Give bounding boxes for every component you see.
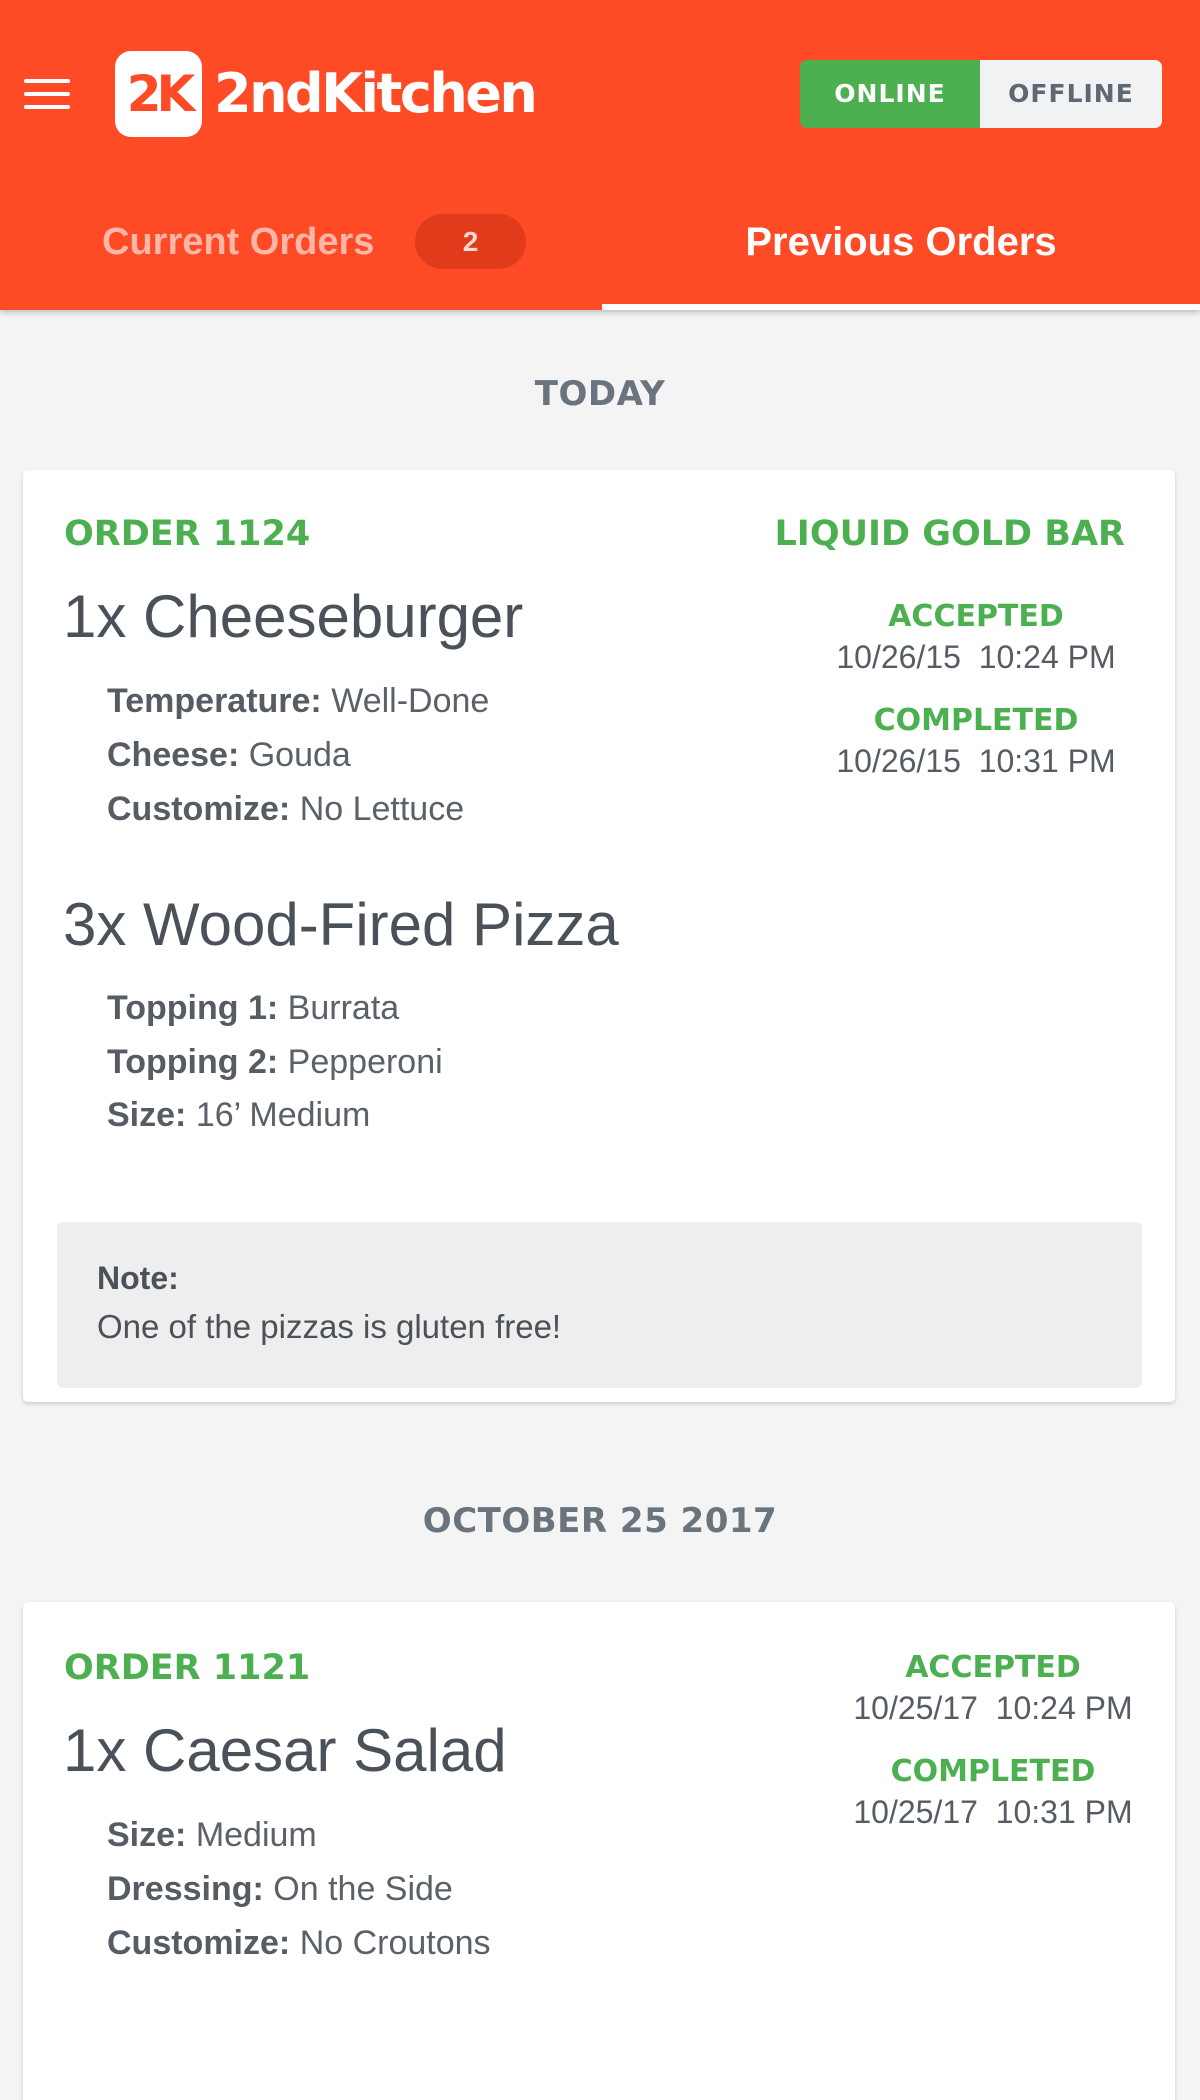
item-option: Topping 1: Burrata bbox=[107, 989, 400, 1027]
accepted-label: ACCEPTED bbox=[888, 599, 1064, 634]
item-option: Temperature: Well-Done bbox=[107, 682, 490, 720]
item-option: Cheese: Gouda bbox=[107, 736, 351, 774]
tab-current-orders[interactable]: Current Orders 2 bbox=[0, 200, 602, 310]
order-note: Note: One of the pizzas is gluten free! bbox=[57, 1222, 1142, 1388]
accepted-time: 10/25/17 10:24 PM bbox=[853, 1690, 1133, 1726]
tab-previous-orders[interactable]: Previous Orders bbox=[602, 200, 1200, 310]
tab-previous-orders-label: Previous Orders bbox=[745, 220, 1057, 264]
hamburger-menu-icon[interactable] bbox=[24, 79, 70, 109]
app-name: 2ndKitchen bbox=[214, 62, 538, 125]
accepted-time: 10/26/15 10:24 PM bbox=[836, 639, 1116, 675]
date-heading-today: TODAY bbox=[534, 374, 666, 414]
completed-status: COMPLETED 10/25/17 10:31 PM bbox=[823, 1752, 1163, 1832]
accepted-status: ACCEPTED 10/26/15 10:24 PM bbox=[806, 597, 1146, 677]
app-header: 2K 2ndKitchen ONLINE OFFLINE Current Ord… bbox=[0, 0, 1200, 310]
completed-label: COMPLETED bbox=[873, 703, 1079, 738]
app-logo: 2K 2ndKitchen bbox=[115, 51, 538, 137]
accepted-label: ACCEPTED bbox=[905, 1650, 1081, 1685]
online-button[interactable]: ONLINE bbox=[800, 60, 980, 128]
order-tabs: Current Orders 2 Previous Orders bbox=[0, 200, 1200, 310]
date-heading-october-25-2017: OCTOBER 25 2017 bbox=[422, 1501, 778, 1541]
item-option: Topping 2: Pepperoni bbox=[107, 1043, 443, 1081]
item-option: Size: 16’ Medium bbox=[107, 1096, 371, 1134]
offline-button[interactable]: OFFLINE bbox=[980, 60, 1162, 128]
tab-current-orders-label: Current Orders bbox=[102, 221, 375, 263]
item-option: Dressing: On the Side bbox=[107, 1870, 453, 1908]
item-option: Size: Medium bbox=[107, 1816, 317, 1854]
active-tab-indicator bbox=[602, 304, 1200, 310]
online-status-toggle[interactable]: ONLINE OFFLINE bbox=[800, 60, 1162, 128]
note-label: Note: bbox=[97, 1260, 179, 1296]
order-card-1124[interactable]: ORDER 1124 LIQUID GOLD BAR ACCEPTED 10/2… bbox=[23, 470, 1175, 1402]
completed-status: COMPLETED 10/26/15 10:31 PM bbox=[806, 701, 1146, 781]
accepted-status: ACCEPTED 10/25/17 10:24 PM bbox=[823, 1648, 1163, 1728]
completed-time: 10/25/17 10:31 PM bbox=[853, 1794, 1133, 1830]
item-title: 3x Wood-Fired Pizza bbox=[63, 891, 619, 958]
note-text: One of the pizzas is gluten free! bbox=[97, 1308, 562, 1345]
item-option: Customize: No Croutons bbox=[107, 1924, 491, 1962]
item-title: 1x Caesar Salad bbox=[63, 1717, 507, 1784]
item-option: Customize: No Lettuce bbox=[107, 790, 465, 828]
item-title: 1x Cheeseburger bbox=[63, 583, 524, 650]
current-orders-count-badge: 2 bbox=[415, 214, 526, 269]
completed-label: COMPLETED bbox=[890, 1754, 1096, 1789]
order-card-1121[interactable]: ORDER 1121 ACCEPTED 10/25/17 10:24 PM CO… bbox=[23, 1602, 1175, 2100]
restaurant-name: LIQUID GOLD BAR bbox=[774, 514, 1126, 554]
order-number: ORDER 1121 bbox=[64, 1648, 311, 1688]
logo-mark-icon: 2K bbox=[115, 51, 202, 137]
order-number: ORDER 1124 bbox=[64, 514, 311, 554]
completed-time: 10/26/15 10:31 PM bbox=[836, 743, 1116, 779]
